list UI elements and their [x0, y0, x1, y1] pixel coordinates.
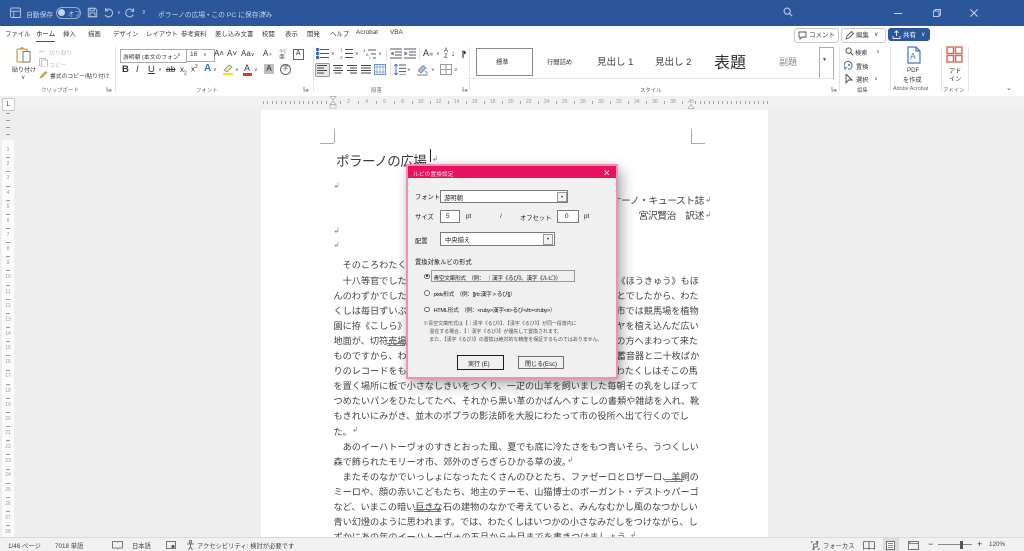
svg-text:2: 2	[340, 55, 343, 59]
svg-text:i: i	[369, 56, 370, 60]
svg-text:A: A	[910, 52, 916, 61]
svg-text:1: 1	[340, 48, 343, 53]
